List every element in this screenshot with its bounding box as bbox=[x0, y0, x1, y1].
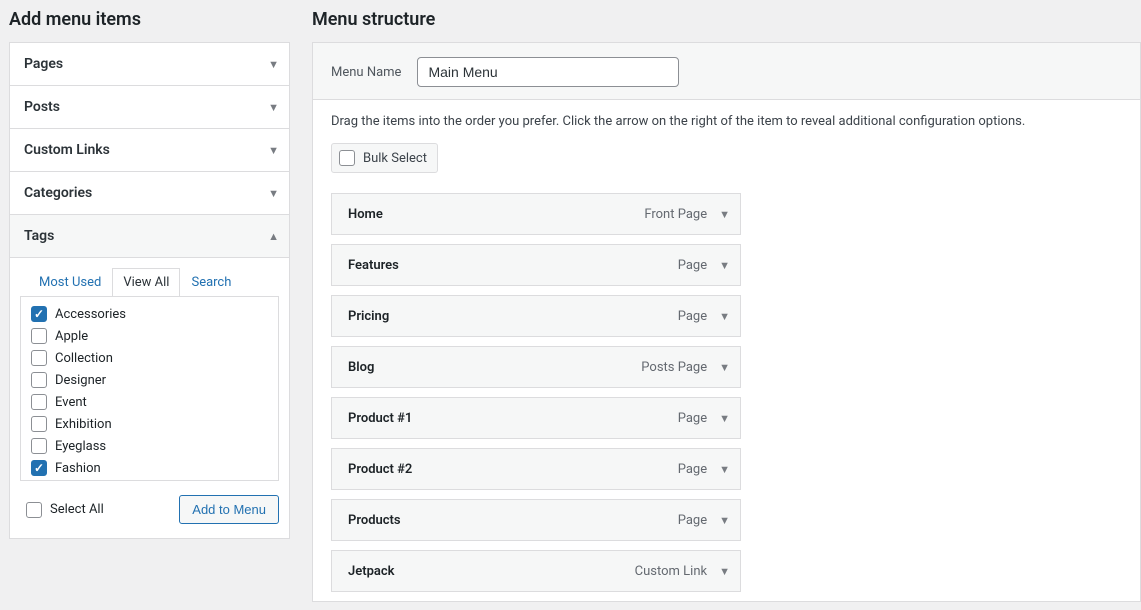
tab-search[interactable]: Search bbox=[180, 268, 242, 297]
chevron-down-icon: ▼ bbox=[268, 58, 279, 71]
tag-item-eyeglass[interactable]: Eyeglass bbox=[25, 435, 274, 457]
menu-item-jetpack[interactable]: Jetpack Custom Link▼ bbox=[331, 550, 741, 592]
panel-custom-links-title: Custom Links bbox=[24, 142, 110, 158]
menu-item-home[interactable]: Home Front Page▼ bbox=[331, 193, 741, 235]
chevron-down-icon[interactable]: ▼ bbox=[719, 412, 730, 425]
panel-custom-links[interactable]: Custom Links ▼ bbox=[10, 129, 289, 172]
checkbox-icon[interactable] bbox=[31, 438, 47, 454]
menu-name-label: Menu Name bbox=[331, 65, 401, 80]
chevron-down-icon[interactable]: ▼ bbox=[719, 208, 730, 221]
menu-item-products[interactable]: Products Page▼ bbox=[331, 499, 741, 541]
panel-pages[interactable]: Pages ▼ bbox=[10, 43, 289, 86]
panel-categories[interactable]: Categories ▼ bbox=[10, 172, 289, 215]
tags-list[interactable]: Accessories Apple Collection Designer Ev… bbox=[20, 296, 279, 481]
panel-tags[interactable]: Tags ▲ Most Used View All Search Accessor… bbox=[10, 215, 289, 538]
checkbox-icon[interactable] bbox=[31, 306, 47, 322]
chevron-down-icon[interactable]: ▼ bbox=[719, 310, 730, 323]
panel-posts[interactable]: Posts ▼ bbox=[10, 86, 289, 129]
chevron-down-icon[interactable]: ▼ bbox=[719, 565, 730, 578]
chevron-down-icon[interactable]: ▼ bbox=[719, 361, 730, 374]
select-all-label: Select All bbox=[50, 502, 104, 517]
checkbox-icon[interactable] bbox=[31, 350, 47, 366]
menu-structure-heading: Menu structure bbox=[312, 9, 1141, 30]
bulk-select-toggle[interactable]: Bulk Select bbox=[331, 143, 438, 173]
menu-item-pricing[interactable]: Pricing Page▼ bbox=[331, 295, 741, 337]
chevron-down-icon: ▼ bbox=[268, 187, 279, 200]
tab-view-all[interactable]: View All bbox=[112, 268, 180, 297]
chevron-down-icon: ▼ bbox=[268, 144, 279, 157]
instructions-text: Drag the items into the order you prefer… bbox=[331, 114, 1122, 129]
tags-tabs: Most Used View All Search bbox=[28, 268, 279, 296]
checkbox-icon[interactable] bbox=[31, 328, 47, 344]
tag-item-fashion[interactable]: Fashion bbox=[25, 457, 274, 479]
checkbox-icon[interactable] bbox=[26, 502, 42, 518]
panel-categories-title: Categories bbox=[24, 185, 92, 201]
chevron-down-icon: ▼ bbox=[268, 101, 279, 114]
menu-item-product-1[interactable]: Product #1 Page▼ bbox=[331, 397, 741, 439]
chevron-down-icon[interactable]: ▼ bbox=[719, 463, 730, 476]
menu-item-features[interactable]: Features Page▼ bbox=[331, 244, 741, 286]
tag-item-apple[interactable]: Apple bbox=[25, 325, 274, 347]
panel-tags-title: Tags bbox=[24, 228, 54, 244]
checkbox-icon[interactable] bbox=[31, 460, 47, 476]
checkbox-icon[interactable] bbox=[31, 394, 47, 410]
tag-item-exhibition[interactable]: Exhibition bbox=[25, 413, 274, 435]
menu-name-row: Menu Name bbox=[313, 43, 1140, 100]
menu-items-list: Home Front Page▼ Features Page▼ Pricing … bbox=[331, 193, 1122, 592]
chevron-down-icon[interactable]: ▼ bbox=[719, 259, 730, 272]
chevron-up-icon: ▲ bbox=[268, 230, 279, 243]
panel-posts-title: Posts bbox=[24, 99, 60, 115]
menu-item-types-accordion: Pages▼ Posts▼ Custom Links▼ Categories▼ … bbox=[9, 42, 290, 539]
menu-item-product-2[interactable]: Product #2 Page▼ bbox=[331, 448, 741, 490]
tag-item-designer[interactable]: Designer bbox=[25, 369, 274, 391]
checkbox-icon[interactable] bbox=[31, 372, 47, 388]
tab-most-used[interactable]: Most Used bbox=[28, 268, 112, 297]
tag-item-event[interactable]: Event bbox=[25, 391, 274, 413]
tag-item-collection[interactable]: Collection bbox=[25, 347, 274, 369]
checkbox-icon[interactable] bbox=[31, 416, 47, 432]
panel-pages-title: Pages bbox=[24, 56, 63, 72]
select-all-row[interactable]: Select All bbox=[20, 502, 104, 518]
bulk-select-label: Bulk Select bbox=[363, 151, 427, 166]
add-to-menu-button[interactable]: Add to Menu bbox=[179, 495, 279, 524]
menu-name-input[interactable] bbox=[417, 57, 679, 87]
menu-item-blog[interactable]: Blog Posts Page▼ bbox=[331, 346, 741, 388]
add-menu-items-heading: Add menu items bbox=[9, 9, 300, 30]
checkbox-icon[interactable] bbox=[339, 150, 355, 166]
menu-structure-frame: Menu Name Drag the items into the order … bbox=[312, 42, 1141, 602]
tag-item-accessories[interactable]: Accessories bbox=[25, 303, 274, 325]
chevron-down-icon[interactable]: ▼ bbox=[719, 514, 730, 527]
panel-tags-body: Most Used View All Search Accessories Ap… bbox=[10, 257, 289, 538]
